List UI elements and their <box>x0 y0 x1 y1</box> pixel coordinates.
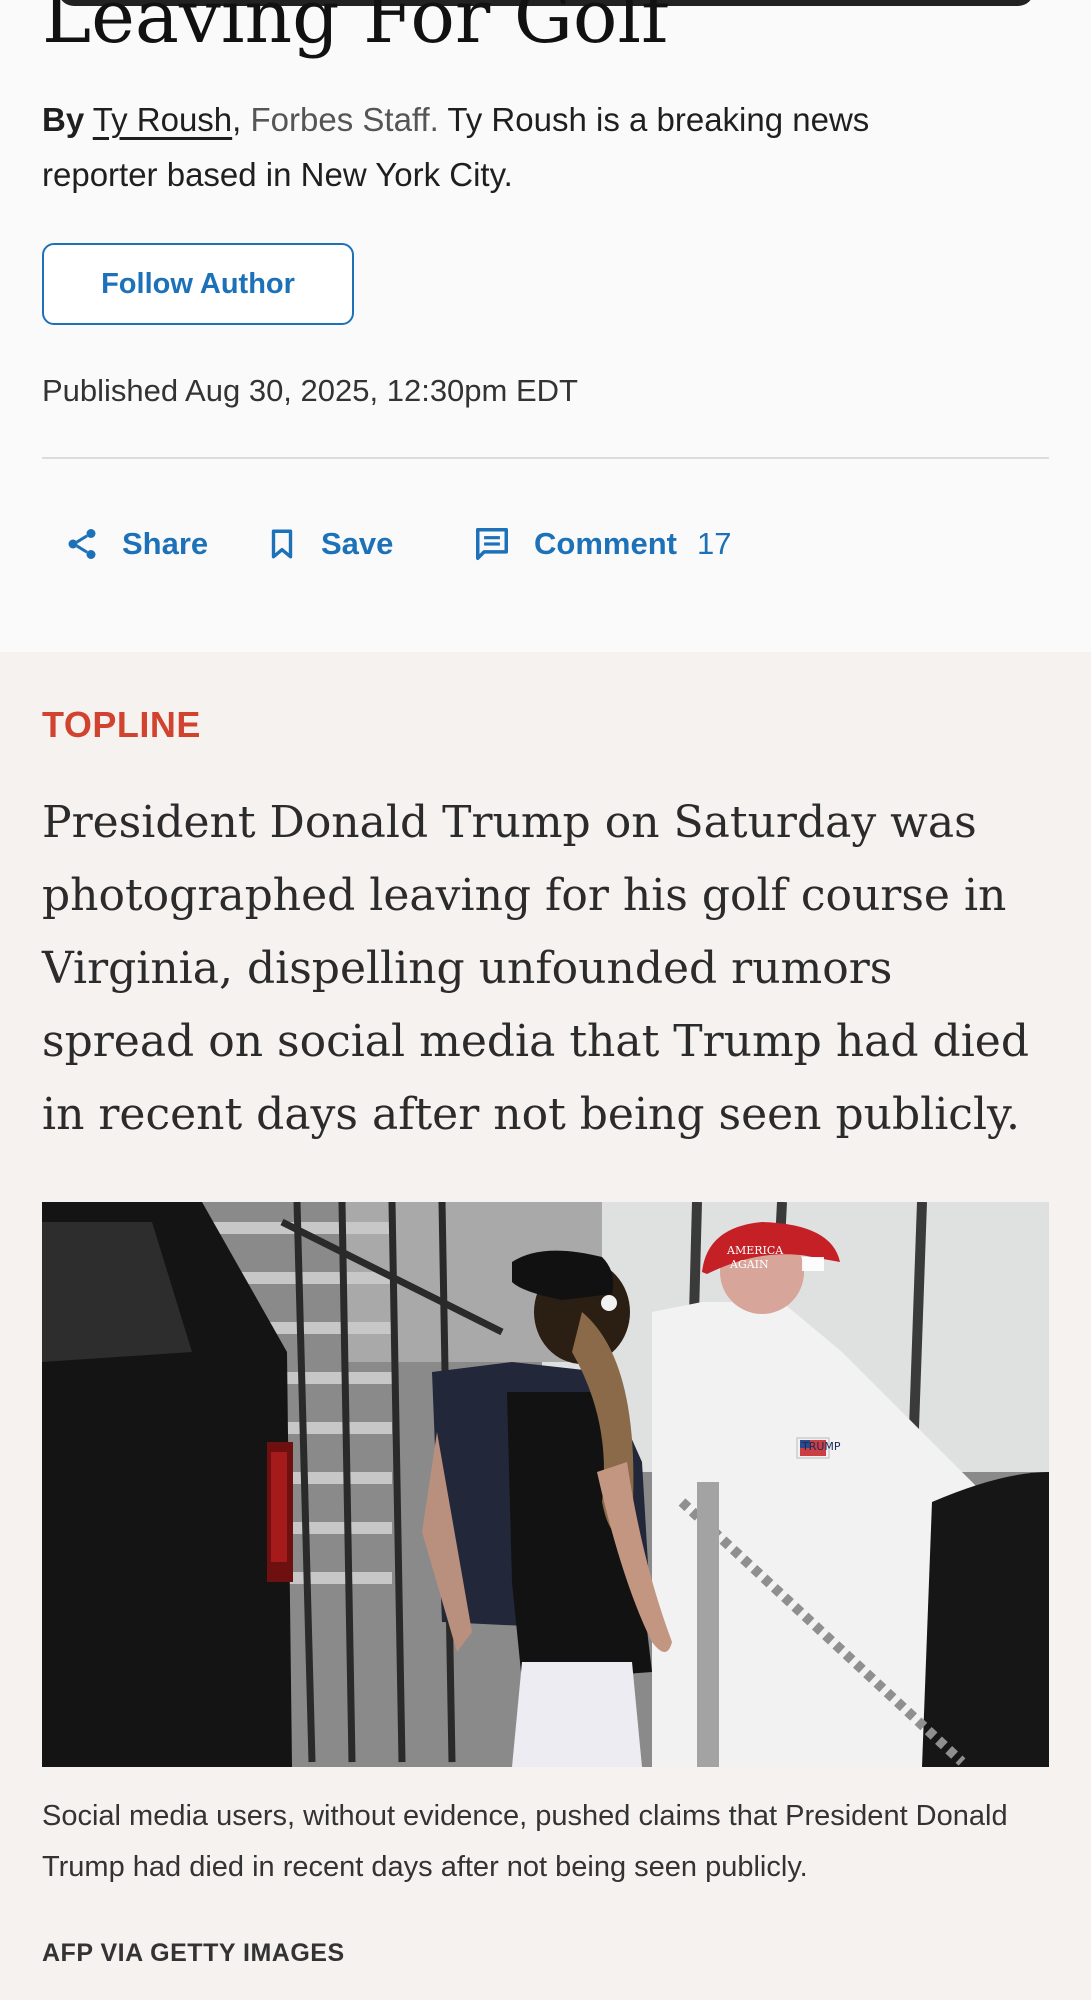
shirt-logo: TRUMP <box>801 1440 841 1453</box>
comment-label: Comment <box>534 526 677 561</box>
published-date: Published Aug 30, 2025, 12:30pm EDT <box>42 373 578 408</box>
byline-staff: Forbes Staff. <box>250 101 439 138</box>
byline-comma: , <box>232 101 242 138</box>
comment-count: 17 <box>696 526 732 561</box>
headline: Leaving For Golf <box>42 0 669 60</box>
save-label: Save <box>321 526 394 561</box>
topline-label: TOPLINE <box>42 704 201 745</box>
cap-text-line1: AMERICA <box>726 1244 784 1257</box>
story-section: TOPLINE President Donald Trump on Saturd… <box>0 652 1091 2000</box>
author-link[interactable]: Ty Roush <box>93 101 232 138</box>
topline-text: President Donald Trump on Saturday was p… <box>42 797 1029 1140</box>
divider <box>42 457 1049 459</box>
share-label: Share <box>122 526 209 561</box>
share-button[interactable]: Share <box>64 515 208 573</box>
photo-credit: AFP VIA GETTY IMAGES <box>42 1939 345 1967</box>
byline: By Ty Roush, Forbes Staff. Ty Roush is a… <box>42 92 922 202</box>
bookmark-icon <box>265 525 299 563</box>
cap-text-line2: AGAIN <box>729 1258 769 1271</box>
share-icon <box>64 526 100 562</box>
comment-icon <box>472 525 512 563</box>
article-photo: AMERICA AGAIN TRUMP <box>42 1202 1049 1767</box>
follow-author-button[interactable]: Follow Author <box>42 243 354 325</box>
article-actions: Share Save Comment 17 <box>0 515 1091 573</box>
photo-caption: Social media users, without evidence, pu… <box>42 1800 1008 1883</box>
article-header: Leaving For Golf By Ty Roush, Forbes Sta… <box>0 0 1091 652</box>
comment-button[interactable]: Comment 17 <box>472 515 731 573</box>
save-button[interactable]: Save <box>265 515 393 573</box>
byline-by: By <box>42 101 85 138</box>
